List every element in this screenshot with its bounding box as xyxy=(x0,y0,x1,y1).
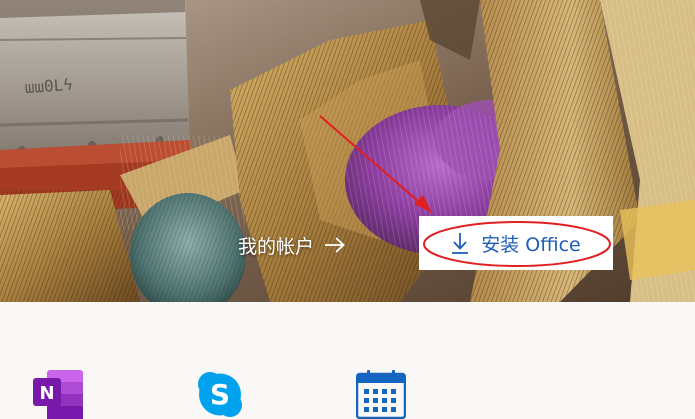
my-account-label: 我的帐户 xyxy=(238,235,315,258)
app-launcher-row: N S xyxy=(0,302,695,419)
skype-icon: S xyxy=(198,372,242,417)
arrow-right-icon xyxy=(324,236,346,254)
my-account-link[interactable]: 我的帐户 xyxy=(238,230,346,260)
onenote-app[interactable]: N xyxy=(33,370,85,419)
onenote-icon: N xyxy=(33,370,83,419)
install-office-label: 安装 Office xyxy=(481,233,581,256)
calendar-app[interactable] xyxy=(355,370,407,419)
skype-app[interactable]: S xyxy=(196,370,244,419)
download-arrow-icon xyxy=(451,231,469,255)
office-home-page: ɯɯ0Lϟ 我的帐户 安装 Office N S xyxy=(0,0,695,419)
hero-banner: ɯɯ0Lϟ 我的帐户 安装 Office xyxy=(0,0,695,302)
svg-text:ɯɯ0Lϟ: ɯɯ0Lϟ xyxy=(24,75,73,97)
install-office-button[interactable]: 安装 Office xyxy=(419,216,613,270)
calendar-icon xyxy=(355,370,407,419)
svg-text:S: S xyxy=(210,378,230,411)
svg-text:N: N xyxy=(39,383,54,404)
